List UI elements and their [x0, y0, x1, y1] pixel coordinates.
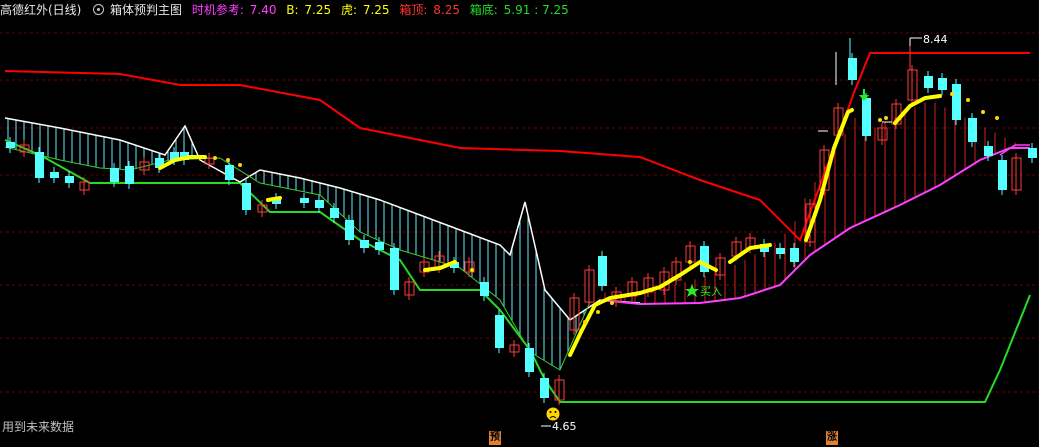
- candle-down: [790, 248, 799, 262]
- yellow-dot: [995, 116, 999, 120]
- yellow-dot: [470, 268, 474, 272]
- candle-down: [50, 172, 59, 178]
- marker-zhang: 涨: [826, 431, 838, 445]
- candle-down: [300, 198, 309, 203]
- yellow-dot: [950, 92, 954, 96]
- buy-label: 买入: [700, 285, 722, 298]
- candle-down: [938, 78, 947, 90]
- yellow-dot: [878, 118, 882, 122]
- future-data-note: 用到未来数据: [2, 420, 75, 434]
- candle-down: [375, 242, 384, 250]
- candle-down: [35, 152, 44, 178]
- candle-down: [525, 348, 534, 372]
- price-chart[interactable]: 8.44 4.65 买入: [0, 0, 1039, 447]
- yellow-segment: [266, 196, 282, 202]
- yellow-dot: [966, 98, 970, 102]
- candle-down: [125, 166, 134, 184]
- candlesticks: [6, 38, 1037, 405]
- candle-down: [598, 256, 607, 286]
- high-annotation: 8.44: [909, 33, 948, 46]
- yellow-dot: [610, 301, 614, 305]
- candle-down: [848, 58, 857, 80]
- candle-down: [390, 248, 399, 290]
- buy-signal: 买入: [685, 284, 722, 298]
- box-fill-lines: [7, 102, 1026, 370]
- box-bottom-line: [4, 139, 1031, 403]
- candle-down: [110, 168, 119, 182]
- low-price-label: 4.65: [552, 420, 577, 433]
- yellow-dot: [596, 310, 600, 314]
- candle-down: [495, 315, 504, 348]
- yellow-dot: [981, 110, 985, 114]
- candle-down: [540, 378, 549, 398]
- white-envelope-line: [4, 117, 641, 321]
- yellow-segment: [893, 94, 942, 125]
- candle-down: [968, 118, 977, 142]
- box-top-line: [4, 52, 1030, 242]
- candle-down: [1028, 148, 1037, 158]
- star-icon: [685, 284, 699, 297]
- candle-down: [984, 146, 993, 156]
- candle-down: [6, 142, 15, 148]
- candle-down: [480, 282, 489, 296]
- candle-down: [345, 220, 354, 240]
- candle-down: [360, 240, 369, 248]
- high-price-label: 8.44: [923, 33, 948, 46]
- yellow-dot: [583, 320, 587, 324]
- candle-down: [924, 76, 933, 88]
- candle-down: [700, 246, 709, 272]
- candle-down: [65, 176, 74, 183]
- candle-down: [776, 248, 785, 254]
- yellow-segment: [158, 155, 207, 170]
- yellow-signal-line: [158, 94, 942, 357]
- marker-yu: 预: [489, 431, 501, 445]
- candle-down: [952, 84, 961, 120]
- yellow-dot: [238, 163, 242, 167]
- yellow-dot: [213, 156, 217, 160]
- candle-down: [862, 98, 871, 136]
- low-annotation: 4.65: [541, 420, 577, 433]
- candle-down: [225, 165, 234, 180]
- candle-down: [242, 183, 251, 210]
- candle-down: [998, 160, 1007, 190]
- yellow-dot: [884, 116, 888, 120]
- sad-face-icon: [546, 407, 560, 421]
- yellow-dot: [688, 260, 692, 264]
- candle-down: [315, 200, 324, 208]
- candle-down: [330, 208, 339, 218]
- yellow-dot: [226, 158, 230, 162]
- yellow-segment: [568, 259, 718, 357]
